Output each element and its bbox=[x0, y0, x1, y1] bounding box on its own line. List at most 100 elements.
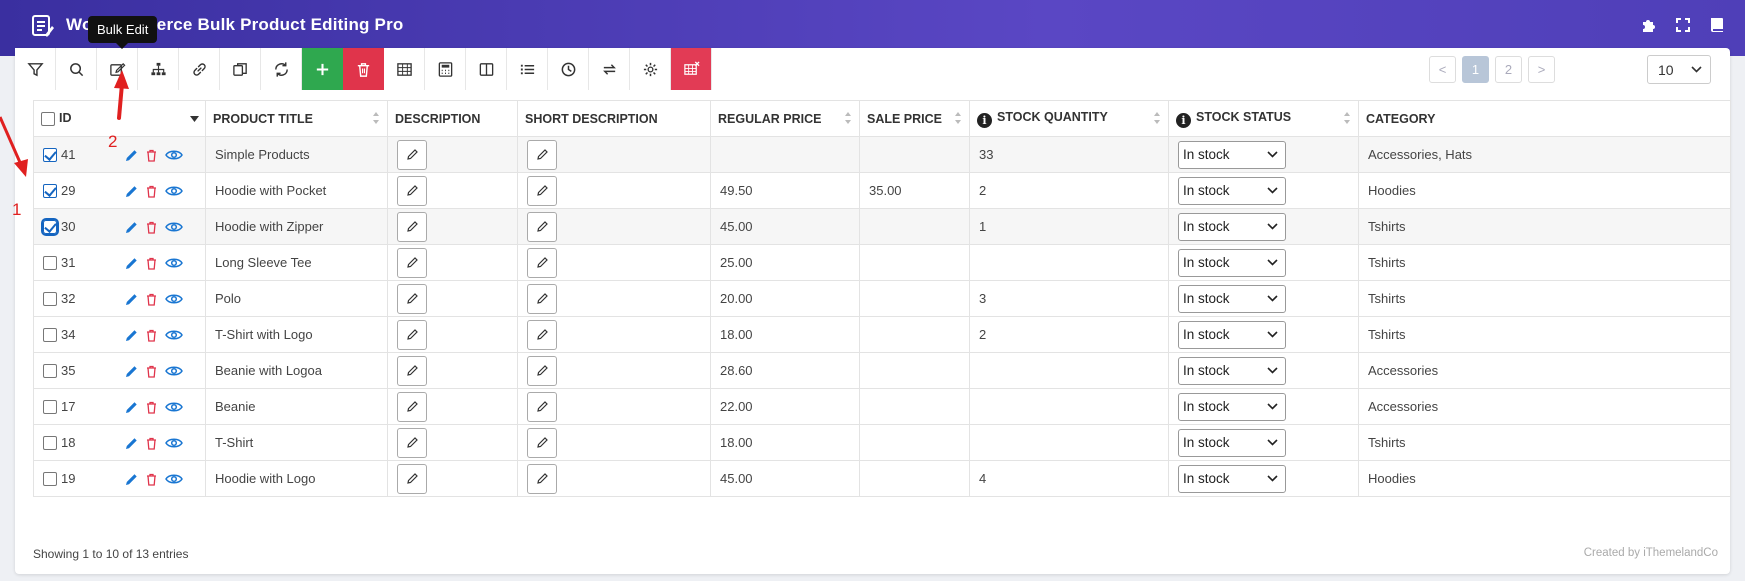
cell-regular-price[interactable]: 25.00 bbox=[710, 244, 860, 281]
cell-regular-price[interactable]: 45.00 bbox=[710, 208, 860, 245]
edit-description-button[interactable] bbox=[397, 211, 427, 242]
row-checkbox[interactable] bbox=[43, 328, 57, 343]
cell-product-title[interactable]: Long Sleeve Tee bbox=[205, 244, 388, 281]
row-checkbox[interactable] bbox=[43, 400, 57, 415]
edit-short-description-button[interactable] bbox=[527, 139, 557, 170]
edit-pencil-icon[interactable] bbox=[125, 329, 138, 342]
eye-icon[interactable] bbox=[165, 365, 184, 377]
sync-button[interactable] bbox=[589, 48, 630, 90]
stock-status-select[interactable]: In stock bbox=[1178, 212, 1286, 241]
edit-short-description-button[interactable] bbox=[527, 175, 557, 206]
edit-short-description-button[interactable] bbox=[527, 283, 557, 314]
cell-stock-quantity[interactable]: 33 bbox=[969, 136, 1169, 173]
eye-icon[interactable] bbox=[165, 437, 184, 449]
header-stock-status[interactable]: i STOCK STATUS bbox=[1168, 100, 1359, 137]
eye-icon[interactable] bbox=[165, 473, 184, 485]
stock-status-select[interactable]: In stock bbox=[1178, 428, 1286, 457]
edit-description-button[interactable] bbox=[397, 463, 427, 494]
cell-regular-price[interactable]: 45.00 bbox=[710, 460, 860, 497]
header-product-title[interactable]: PRODUCT TITLE bbox=[205, 100, 388, 137]
trash-icon[interactable] bbox=[146, 257, 157, 270]
trash-icon[interactable] bbox=[146, 473, 157, 486]
fullscreen-icon[interactable] bbox=[1673, 15, 1693, 35]
edit-description-button[interactable] bbox=[397, 139, 427, 170]
cell-sale-price[interactable] bbox=[859, 352, 970, 389]
cell-product-title[interactable]: Simple Products bbox=[205, 136, 388, 173]
edit-pencil-icon[interactable] bbox=[125, 257, 138, 270]
edit-pencil-icon[interactable] bbox=[125, 293, 138, 306]
search-button[interactable] bbox=[56, 48, 97, 90]
cell-sale-price[interactable] bbox=[859, 208, 970, 245]
filter-button[interactable] bbox=[15, 48, 56, 90]
stock-status-select[interactable]: In stock bbox=[1178, 176, 1286, 205]
cell-regular-price[interactable]: 20.00 bbox=[710, 280, 860, 317]
cell-stock-quantity[interactable]: 2 bbox=[969, 316, 1169, 353]
cell-category[interactable]: Tshirts bbox=[1358, 244, 1731, 281]
cell-regular-price[interactable]: 22.00 bbox=[710, 388, 860, 425]
edit-description-button[interactable] bbox=[397, 247, 427, 278]
delete-button[interactable] bbox=[343, 48, 384, 90]
cell-stock-quantity[interactable] bbox=[969, 424, 1169, 461]
cell-stock-quantity[interactable] bbox=[969, 244, 1169, 281]
page-2-button[interactable]: 2 bbox=[1495, 56, 1522, 83]
trash-icon[interactable] bbox=[146, 401, 157, 414]
edit-pencil-icon[interactable] bbox=[125, 401, 138, 414]
edit-description-button[interactable] bbox=[397, 175, 427, 206]
delete-table-button[interactable] bbox=[671, 48, 712, 90]
row-checkbox[interactable] bbox=[41, 218, 59, 237]
cell-sale-price[interactable] bbox=[859, 460, 970, 497]
cell-sale-price[interactable] bbox=[859, 136, 970, 173]
edit-pencil-icon[interactable] bbox=[125, 473, 138, 486]
edit-description-button[interactable] bbox=[397, 355, 427, 386]
cell-sale-price[interactable] bbox=[859, 280, 970, 317]
duplicate-button[interactable] bbox=[220, 48, 261, 90]
table-view-button[interactable] bbox=[384, 48, 425, 90]
edit-short-description-button[interactable] bbox=[527, 463, 557, 494]
eye-icon[interactable] bbox=[165, 149, 184, 161]
cell-product-title[interactable]: Beanie bbox=[205, 388, 388, 425]
trash-icon[interactable] bbox=[146, 185, 157, 198]
cell-category[interactable]: Tshirts bbox=[1358, 280, 1731, 317]
edit-description-button[interactable] bbox=[397, 427, 427, 458]
cell-stock-quantity[interactable]: 2 bbox=[969, 172, 1169, 209]
docs-book-icon[interactable] bbox=[1707, 15, 1727, 35]
cell-sale-price[interactable] bbox=[859, 388, 970, 425]
edit-short-description-button[interactable] bbox=[527, 355, 557, 386]
cell-category[interactable]: Hoodies bbox=[1358, 460, 1731, 497]
row-checkbox[interactable] bbox=[43, 292, 57, 307]
row-checkbox[interactable] bbox=[43, 256, 57, 271]
stock-status-select[interactable]: In stock bbox=[1178, 464, 1286, 493]
trash-icon[interactable] bbox=[146, 221, 157, 234]
cell-product-title[interactable]: Hoodie with Pocket bbox=[205, 172, 388, 209]
trash-icon[interactable] bbox=[146, 329, 157, 342]
edit-description-button[interactable] bbox=[397, 391, 427, 422]
row-checkbox[interactable] bbox=[43, 148, 57, 163]
eye-icon[interactable] bbox=[165, 329, 184, 341]
cell-product-title[interactable]: Beanie with Logoa bbox=[205, 352, 388, 389]
eye-icon[interactable] bbox=[165, 293, 184, 305]
caret-down-icon[interactable] bbox=[190, 116, 199, 122]
info-icon[interactable]: i bbox=[1176, 112, 1191, 128]
refresh-button[interactable] bbox=[261, 48, 302, 90]
eye-icon[interactable] bbox=[165, 257, 184, 269]
link-button[interactable] bbox=[179, 48, 220, 90]
eye-icon[interactable] bbox=[165, 185, 184, 197]
cell-category[interactable]: Accessories, Hats bbox=[1358, 136, 1731, 173]
grid-view-button[interactable] bbox=[425, 48, 466, 90]
stock-status-select[interactable]: In stock bbox=[1178, 356, 1286, 385]
cell-category[interactable]: Accessories bbox=[1358, 352, 1731, 389]
prev-page-button[interactable]: < bbox=[1429, 56, 1456, 83]
header-regular-price[interactable]: REGULAR PRICE bbox=[710, 100, 860, 137]
settings-button[interactable] bbox=[630, 48, 671, 90]
cell-stock-quantity[interactable]: 1 bbox=[969, 208, 1169, 245]
trash-icon[interactable] bbox=[146, 149, 157, 162]
select-all-checkbox[interactable] bbox=[41, 111, 55, 126]
cell-category[interactable]: Tshirts bbox=[1358, 424, 1731, 461]
columns-button[interactable] bbox=[466, 48, 507, 90]
edit-short-description-button[interactable] bbox=[527, 211, 557, 242]
add-product-button[interactable] bbox=[302, 48, 343, 90]
cell-stock-quantity[interactable] bbox=[969, 388, 1169, 425]
edit-pencil-icon[interactable] bbox=[125, 185, 138, 198]
cell-product-title[interactable]: T-Shirt with Logo bbox=[205, 316, 388, 353]
trash-icon[interactable] bbox=[146, 365, 157, 378]
